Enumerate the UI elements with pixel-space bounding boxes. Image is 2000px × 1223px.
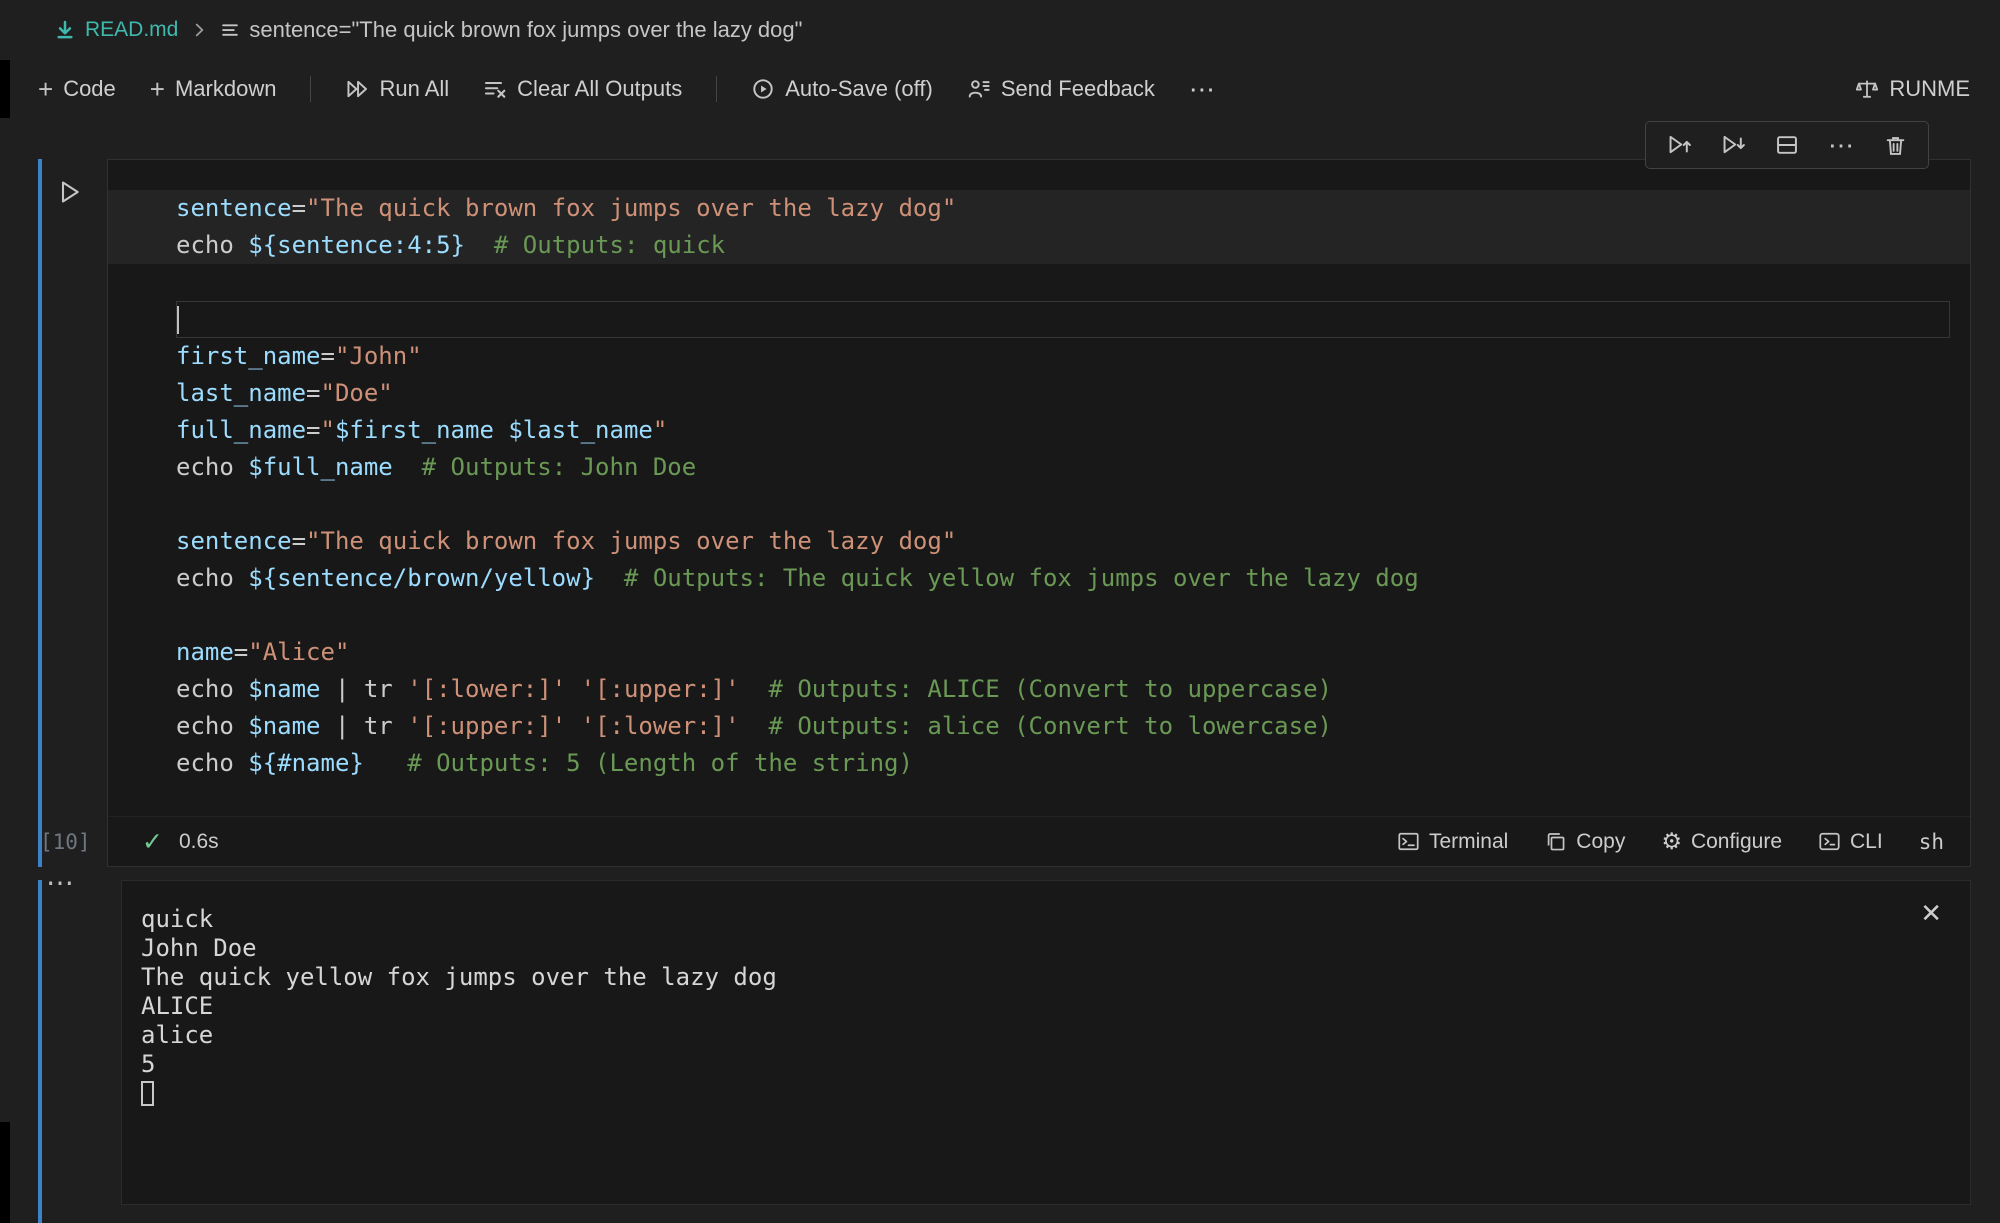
run-cell-button[interactable] xyxy=(56,178,84,206)
auto-save-icon xyxy=(751,77,775,101)
cli-button[interactable]: CLI xyxy=(1818,830,1883,854)
code-line[interactable]: sentence="The quick brown fox jumps over… xyxy=(108,190,1970,227)
cell-editor[interactable]: sentence="The quick brown fox jumps over… xyxy=(108,160,1970,818)
code-line[interactable] xyxy=(176,264,1950,301)
chevron-right-icon xyxy=(190,21,208,39)
code-line[interactable]: sentence="The quick brown fox jumps over… xyxy=(176,523,1950,560)
code-line[interactable] xyxy=(176,486,1950,523)
breadcrumb-file-label: READ.md xyxy=(85,18,178,42)
output-line: John Doe xyxy=(141,934,1940,963)
code-line[interactable]: name="Alice" xyxy=(176,634,1950,671)
code-line[interactable]: last_name="Doe" xyxy=(176,375,1950,412)
output-line: quick xyxy=(141,905,1940,934)
run-above-icon[interactable] xyxy=(1666,132,1692,158)
code-line[interactable]: echo $name | tr '[:upper:]' '[:lower:]' … xyxy=(176,708,1950,745)
code-line[interactable]: echo $name | tr '[:lower:]' '[:upper:]' … xyxy=(176,671,1950,708)
success-check-icon: ✓ xyxy=(142,827,163,856)
cell-more-actions-icon[interactable]: ⋯ xyxy=(1828,130,1855,161)
code-lines: sentence="The quick brown fox jumps over… xyxy=(176,190,1950,782)
plus-icon: + xyxy=(38,79,53,99)
cell-toolbar: ⋯ xyxy=(1645,121,1929,169)
terminal-cursor xyxy=(141,1081,154,1106)
output-line: The quick yellow fox jumps over the lazy… xyxy=(141,963,1940,992)
terminal-button[interactable]: Terminal xyxy=(1397,830,1508,854)
output-lines: quickJohn DoeThe quick yellow fox jumps … xyxy=(141,905,1940,1113)
copy-icon xyxy=(1544,830,1567,853)
focused-cell-indicator xyxy=(38,159,42,867)
toolbar-divider xyxy=(310,76,311,102)
run-below-icon[interactable] xyxy=(1720,132,1746,158)
auto-save-toggle[interactable]: Auto-Save (off) xyxy=(751,76,933,102)
toolbar-more-actions-button[interactable]: ⋯ xyxy=(1189,74,1217,105)
toolbar-divider xyxy=(716,76,717,102)
split-cell-icon[interactable] xyxy=(1774,132,1800,158)
clear-all-icon xyxy=(483,77,507,101)
add-code-cell-button[interactable]: + Code xyxy=(38,76,116,102)
code-line[interactable]: echo ${sentence:4:5} # Outputs: quick xyxy=(108,227,1970,264)
code-cell-symbol-icon xyxy=(220,20,240,40)
feedback-person-icon xyxy=(967,77,991,101)
output-line: alice xyxy=(141,1021,1940,1050)
add-markdown-cell-button[interactable]: + Markdown xyxy=(150,76,277,102)
vscode-notebook-window: READ.md sentence="The quick brown fox ju… xyxy=(0,0,2000,1223)
breadcrumb-file[interactable]: READ.md xyxy=(54,18,178,42)
terminal-icon xyxy=(1397,830,1420,853)
copy-button[interactable]: Copy xyxy=(1544,830,1625,854)
execution-duration: 0.6s xyxy=(179,830,219,854)
plus-icon: + xyxy=(150,79,165,99)
cell-status-actions: Terminal Copy ⚙ Configure xyxy=(1397,829,1944,855)
text-cursor xyxy=(176,306,179,334)
code-cell: sentence="The quick brown fox jumps over… xyxy=(107,159,1971,867)
language-picker[interactable]: sh xyxy=(1919,830,1944,854)
focused-output-indicator xyxy=(38,880,42,1223)
send-feedback-button[interactable]: Send Feedback xyxy=(967,76,1155,102)
cli-icon xyxy=(1818,830,1841,853)
execution-count: [10] xyxy=(40,830,91,854)
code-line[interactable]: full_name="$first_name $last_name" xyxy=(176,412,1950,449)
code-line[interactable]: echo ${sentence/brown/yellow} # Outputs:… xyxy=(176,560,1950,597)
code-line[interactable]: echo $full_name # Outputs: John Doe xyxy=(176,449,1950,486)
run-all-icon xyxy=(345,77,369,101)
runme-icon xyxy=(1855,77,1879,101)
runme-status-button[interactable]: RUNME xyxy=(1855,76,1970,102)
cell-status-bar: ✓ 0.6s Terminal xyxy=(108,816,1970,866)
output-gutter-more-button[interactable]: ⋯ xyxy=(46,866,75,899)
code-line[interactable] xyxy=(176,597,1950,634)
code-line[interactable]: first_name="John" xyxy=(176,338,1950,375)
breadcrumb-cell-label: sentence="The quick brown fox jumps over… xyxy=(249,17,802,43)
output-line: ALICE xyxy=(141,992,1940,1021)
breadcrumb: READ.md sentence="The quick brown fox ju… xyxy=(0,0,2000,60)
configure-button[interactable]: ⚙ Configure xyxy=(1661,829,1782,855)
cell-output-panel: quickJohn DoeThe quick yellow fox jumps … xyxy=(121,880,1971,1205)
run-all-button[interactable]: Run All xyxy=(345,76,449,102)
delete-cell-icon[interactable] xyxy=(1883,133,1908,158)
breadcrumb-cell[interactable]: sentence="The quick brown fox jumps over… xyxy=(220,17,802,43)
close-output-icon[interactable]: ✕ xyxy=(1920,899,1942,929)
notebook-toolbar: + Code + Markdown Run All Clear All Ou xyxy=(0,60,2000,118)
clear-all-outputs-button[interactable]: Clear All Outputs xyxy=(483,76,682,102)
window-edge xyxy=(0,60,10,118)
runme-file-icon xyxy=(54,19,76,41)
code-line[interactable]: echo ${#name} # Outputs: 5 (Length of th… xyxy=(176,745,1950,782)
gear-icon: ⚙ xyxy=(1661,829,1682,855)
code-line[interactable] xyxy=(176,301,1950,338)
window-edge xyxy=(0,1122,10,1223)
output-line: 5 xyxy=(141,1050,1940,1079)
